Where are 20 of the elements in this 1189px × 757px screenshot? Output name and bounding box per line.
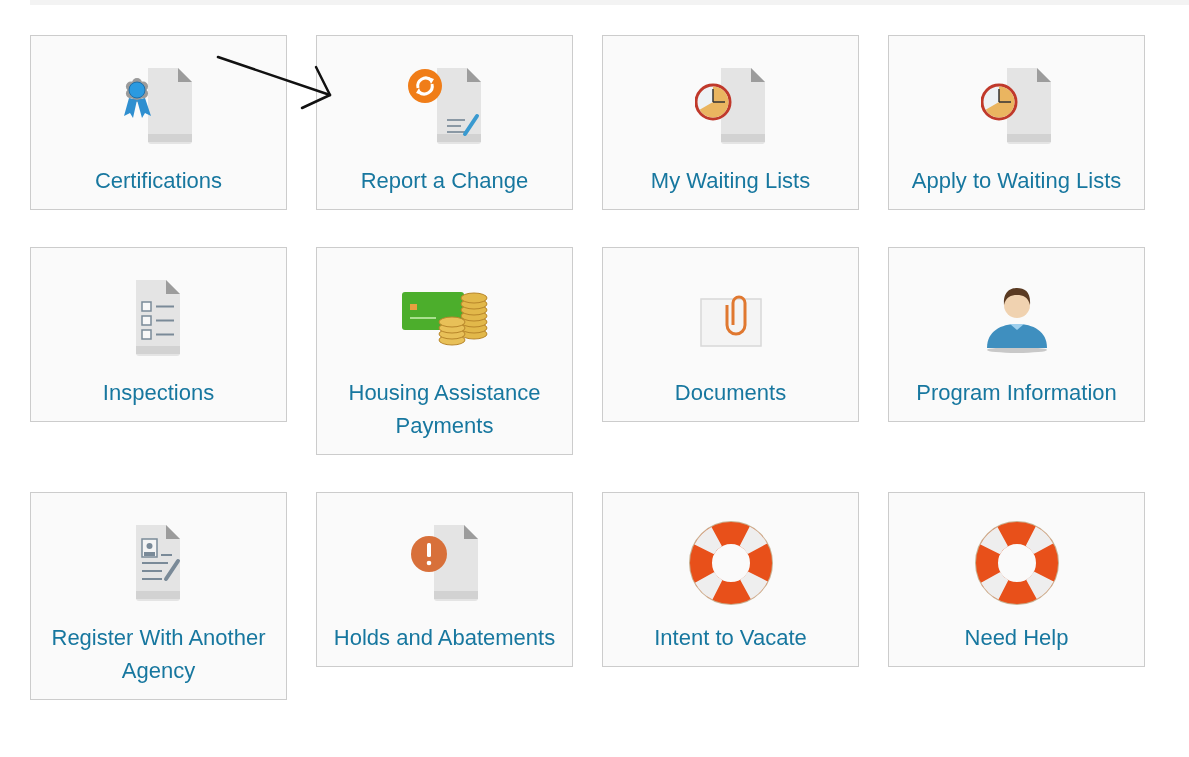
menu-tile[interactable]: Apply to Waiting Lists bbox=[888, 35, 1145, 210]
menu-tile[interactable]: Holds and Abatements bbox=[316, 492, 573, 667]
document-clock-icon bbox=[980, 68, 1053, 144]
menu-tile[interactable]: Intent to Vacate bbox=[602, 492, 859, 667]
award-document-icon bbox=[123, 68, 194, 144]
document-refresh-icon bbox=[406, 68, 483, 144]
document-clock-icon bbox=[694, 68, 767, 144]
menu-tile[interactable]: Certifications bbox=[30, 35, 287, 210]
menu-tile[interactable]: Program Information bbox=[888, 247, 1145, 422]
document-alert-icon bbox=[409, 525, 480, 601]
menu-tile[interactable]: Need Help bbox=[888, 492, 1145, 667]
lifebuoy-icon bbox=[973, 520, 1060, 606]
menu-tile[interactable]: Register With Another Agency bbox=[30, 492, 287, 700]
credit-card-coins-icon bbox=[401, 290, 488, 346]
menu-tile[interactable]: My Waiting Lists bbox=[602, 35, 859, 210]
menu-tile[interactable]: Housing Assistance Payments bbox=[316, 247, 573, 455]
menu-tile[interactable]: Report a Change bbox=[316, 35, 573, 210]
menu-tile[interactable]: Documents bbox=[602, 247, 859, 422]
menu-tile[interactable]: Inspections bbox=[30, 247, 287, 422]
lifebuoy-icon bbox=[687, 520, 774, 606]
